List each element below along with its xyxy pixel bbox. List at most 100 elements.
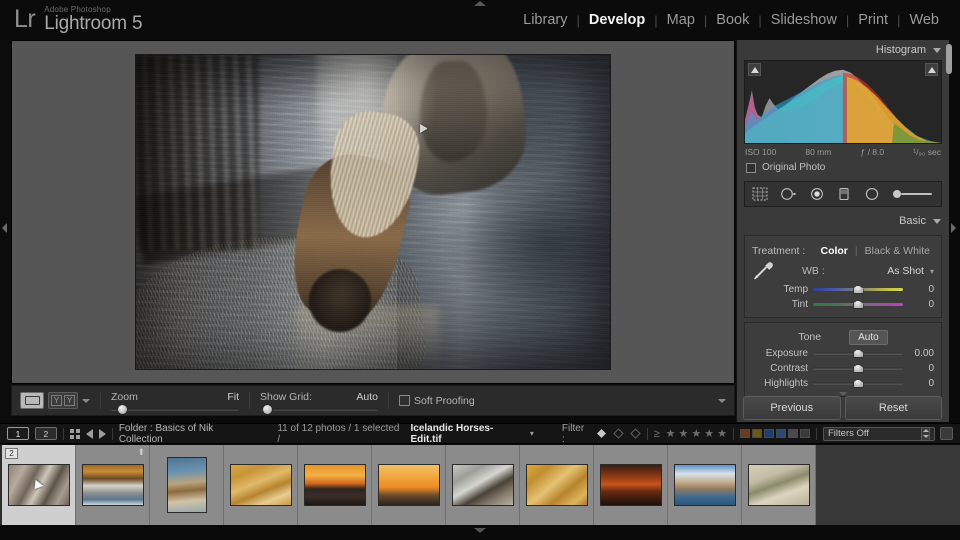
slider-track-highlights[interactable] bbox=[813, 378, 903, 390]
right-panel-toggle-icon[interactable] bbox=[951, 223, 956, 233]
adjustment-brush-icon[interactable] bbox=[892, 188, 934, 200]
loupe-view-button[interactable] bbox=[20, 392, 44, 409]
zoom-slider-track[interactable] bbox=[111, 403, 239, 415]
filmstrip-cell[interactable] bbox=[742, 445, 816, 525]
top-panel-toggle[interactable] bbox=[474, 1, 486, 6]
filmstrip-cell[interactable] bbox=[372, 445, 446, 525]
slider-track-exposure[interactable] bbox=[813, 348, 903, 360]
filmstrip-stack-badge[interactable]: 2 bbox=[5, 448, 18, 459]
right-panel-scrollbar[interactable] bbox=[946, 44, 952, 74]
color-label-filter-4[interactable] bbox=[776, 429, 786, 438]
filmstrip-flag-icon[interactable]: ⬆ bbox=[137, 447, 145, 458]
histogram-panel-header[interactable]: Histogram bbox=[737, 40, 949, 60]
zoom-slider-knob[interactable] bbox=[117, 403, 128, 415]
toolbar-chevron-down-icon[interactable] bbox=[718, 398, 726, 403]
crop-overlay-icon[interactable] bbox=[752, 187, 768, 201]
slider-track-tint[interactable] bbox=[813, 299, 903, 311]
white-balance-selector-icon[interactable] bbox=[752, 261, 774, 281]
soft-proofing-checkbox[interactable] bbox=[399, 395, 410, 406]
module-library[interactable]: Library bbox=[514, 12, 576, 28]
filmstrip-thumbnail-desert-texture[interactable] bbox=[525, 464, 588, 506]
filter-lock-button[interactable] bbox=[940, 427, 953, 440]
image-canvas[interactable] bbox=[11, 40, 735, 384]
filmstrip-thumbnail-pier-sunset[interactable] bbox=[303, 464, 366, 506]
chevron-down-icon[interactable] bbox=[933, 218, 941, 224]
slider-value-exposure[interactable]: 0.00 bbox=[908, 348, 934, 359]
wb-preset-value[interactable]: As Shot bbox=[887, 265, 924, 277]
filmstrip-thumbnail-seabird-colony[interactable] bbox=[81, 464, 144, 506]
module-print[interactable]: Print bbox=[849, 12, 897, 28]
slider-value-contrast[interactable]: 0 bbox=[908, 363, 934, 374]
before-after-chevron-down-icon[interactable] bbox=[82, 398, 90, 403]
module-map[interactable]: Map bbox=[658, 12, 704, 28]
slider-knob-contrast[interactable] bbox=[852, 364, 864, 373]
grid-slider-track[interactable] bbox=[260, 403, 378, 415]
wb-chevron-icon[interactable]: ▾ bbox=[930, 267, 934, 276]
slider-value-highlights[interactable]: 0 bbox=[908, 378, 934, 389]
original-photo-toggle[interactable]: Original Photo bbox=[746, 162, 940, 173]
slider-track-temp[interactable] bbox=[813, 284, 903, 296]
filmstrip-cell[interactable] bbox=[224, 445, 298, 525]
color-label-filter-3[interactable] bbox=[764, 429, 774, 438]
previous-button[interactable]: Previous bbox=[743, 396, 841, 420]
filmstrip-cell[interactable] bbox=[150, 445, 224, 525]
reset-button[interactable]: Reset bbox=[844, 396, 942, 420]
spot-removal-icon[interactable] bbox=[780, 187, 797, 201]
slider-knob-highlights[interactable] bbox=[852, 379, 864, 388]
filmstrip-cell[interactable] bbox=[594, 445, 668, 525]
basic-panel-header[interactable]: Basic bbox=[737, 211, 949, 231]
histogram-graph[interactable] bbox=[744, 60, 942, 144]
filmstrip-thumbnail-sand-dunes[interactable] bbox=[229, 464, 292, 506]
flag-picked-icon[interactable] bbox=[596, 428, 607, 439]
develop-photo-icelandic-horses[interactable] bbox=[135, 54, 611, 370]
slider-track-contrast[interactable] bbox=[813, 363, 903, 375]
original-photo-checkbox[interactable] bbox=[746, 162, 756, 173]
chevron-down-icon[interactable] bbox=[933, 47, 941, 53]
flag-rejected-icon[interactable] bbox=[629, 428, 641, 439]
filmstrip-thumbnail-dark-sunset[interactable] bbox=[599, 464, 662, 506]
module-develop[interactable]: Develop bbox=[580, 12, 654, 28]
color-label-filter-1[interactable] bbox=[740, 429, 750, 438]
filmstrip[interactable]: 2 ⬆ bbox=[0, 445, 960, 525]
grid-view-icon[interactable] bbox=[69, 428, 80, 439]
filmstrip-cell[interactable] bbox=[520, 445, 594, 525]
slider-value-temp[interactable]: 0 bbox=[908, 284, 934, 295]
highlight-clipping-indicator[interactable] bbox=[925, 63, 938, 76]
slider-knob-temp[interactable] bbox=[852, 285, 864, 294]
filename-chevron-icon[interactable]: ▾ bbox=[530, 429, 534, 438]
slider-knob-exposure[interactable] bbox=[852, 349, 864, 358]
filter-preset-spinner-icon[interactable] bbox=[921, 426, 930, 441]
go-forward-arrow-icon[interactable] bbox=[98, 428, 106, 439]
left-panel-toggle-icon[interactable] bbox=[2, 223, 7, 233]
rating-star-1[interactable]: ★ bbox=[666, 427, 676, 440]
filmstrip-resize-grip[interactable] bbox=[474, 528, 486, 533]
filmstrip-thumbnail-pelican-rock[interactable] bbox=[166, 457, 207, 513]
soft-proofing-group[interactable]: Soft Proofing bbox=[399, 395, 475, 407]
flag-unflagged-icon[interactable] bbox=[612, 428, 624, 439]
current-filename-label[interactable]: Icelandic Horses-Edit.tif bbox=[410, 423, 523, 445]
module-book[interactable]: Book bbox=[707, 12, 758, 28]
rating-star-3[interactable]: ★ bbox=[691, 427, 701, 440]
slider-knob-tint[interactable] bbox=[852, 300, 864, 309]
filmstrip-cell[interactable] bbox=[668, 445, 742, 525]
shadow-clipping-indicator[interactable] bbox=[748, 63, 761, 76]
filmstrip-cell[interactable]: 2 bbox=[2, 445, 76, 525]
filmstrip-cell[interactable] bbox=[446, 445, 520, 525]
module-slideshow[interactable]: Slideshow bbox=[762, 12, 846, 28]
filmstrip-thumbnail-venice-canal[interactable] bbox=[673, 464, 736, 506]
filmstrip-thumbnail-orange-sunset[interactable] bbox=[377, 464, 440, 506]
color-label-filter-6[interactable] bbox=[800, 429, 810, 438]
filmstrip-thumbnail-beach-grass[interactable] bbox=[747, 464, 810, 506]
second-display-button[interactable]: 2 bbox=[34, 427, 57, 440]
rating-star-2[interactable]: ★ bbox=[679, 427, 689, 440]
treatment-option-black-and-white[interactable]: Black & White bbox=[861, 245, 934, 257]
module-web[interactable]: Web bbox=[900, 12, 948, 28]
before-after-view-button[interactable]: YY bbox=[48, 392, 78, 409]
treatment-option-color[interactable]: Color bbox=[816, 245, 851, 257]
filmstrip-thumbnail-rock-water[interactable] bbox=[451, 464, 514, 506]
main-display-button[interactable]: 1 bbox=[7, 427, 29, 440]
auto-tone-button[interactable]: Auto bbox=[849, 329, 888, 345]
filmstrip-cell[interactable]: ⬆ bbox=[76, 445, 150, 525]
radial-filter-icon[interactable] bbox=[864, 187, 880, 201]
rating-star-4[interactable]: ★ bbox=[704, 427, 714, 440]
